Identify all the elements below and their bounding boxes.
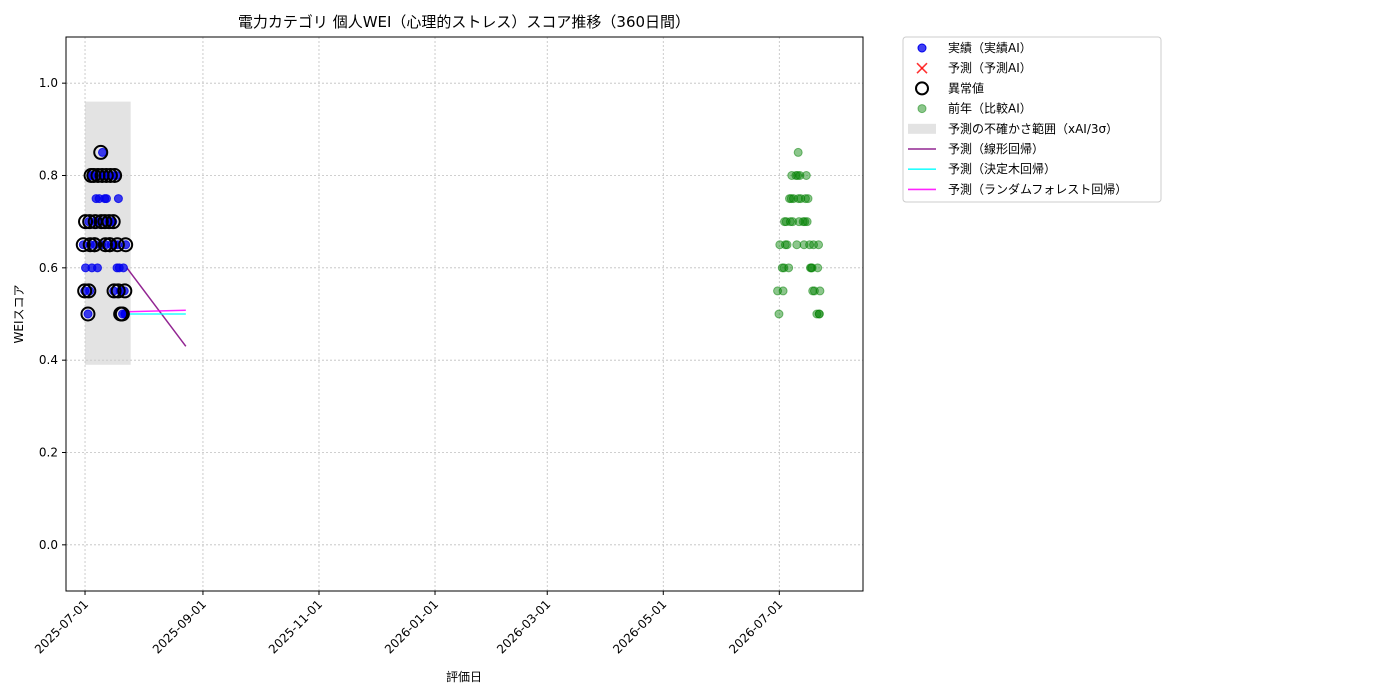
prev-year-point — [784, 263, 794, 273]
legend-label: 予測（ランダムフォレスト回帰） — [948, 181, 1127, 196]
prev-year-point — [803, 194, 813, 204]
prev-year-point — [814, 309, 824, 319]
legend-label: 実績（実績AI） — [948, 40, 1032, 55]
legend-label: 前年（比較AI） — [948, 101, 1032, 116]
y-tick-label: 1.0 — [39, 76, 58, 90]
actual-point — [113, 194, 123, 204]
legend-marker-patch — [908, 123, 936, 134]
legend-label: 異常値 — [948, 80, 984, 95]
x-tick-label: 2026-01-01 — [382, 597, 441, 656]
legend-label: 予測（線形回帰） — [948, 141, 1044, 156]
prev-year-point — [814, 240, 824, 250]
prev-year-point — [813, 263, 823, 273]
actual-point — [118, 263, 128, 273]
actual-point — [83, 309, 93, 319]
actual-point — [101, 194, 111, 204]
x-axis: 2025-07-01 2025-09-01 2025-11-01 2026-01-01… — [32, 591, 785, 656]
prev-year-point — [774, 309, 784, 319]
y-axis-label: WEIスコア — [12, 285, 26, 344]
prev-year-point — [778, 286, 788, 296]
legend-label: 予測（決定木回帰） — [948, 161, 1056, 176]
chart: 電力カテゴリ 個人WEI（心理的ストレス）スコア推移（360日間） 0.0 0.2… — [12, 13, 1162, 684]
y-tick-label: 0.2 — [39, 446, 58, 460]
y-axis: 0.0 0.2 0.4 0.6 0.8 1.0 — [39, 76, 66, 552]
prev-year-point — [802, 217, 812, 227]
y-tick-label: 0.0 — [39, 538, 58, 552]
actual-point — [97, 147, 107, 157]
legend-marker-dot — [917, 104, 927, 114]
x-tick-label: 2025-07-01 — [32, 597, 91, 656]
legend-label: 予測の不確かさ範囲（xAI/3σ） — [948, 121, 1118, 136]
x-tick-label: 2025-09-01 — [150, 597, 209, 656]
x-tick-label: 2025-11-01 — [266, 597, 325, 656]
chart-title: 電力カテゴリ 個人WEI（心理的ストレス）スコア推移（360日間） — [238, 13, 690, 31]
x-tick-label: 2026-07-01 — [726, 597, 785, 656]
prev-year-point — [793, 147, 803, 157]
uncertainty-band — [85, 101, 131, 365]
y-tick-label: 0.4 — [39, 353, 58, 367]
legend-marker-dot — [917, 43, 927, 53]
x-tick-label: 2026-05-01 — [610, 597, 669, 656]
y-tick-label: 0.6 — [39, 261, 58, 275]
uncertainty-band-layer — [85, 101, 131, 365]
legend-label: 予測（予測AI） — [948, 61, 1032, 75]
legend-frame — [902, 36, 1162, 203]
x-tick-label: 2026-03-01 — [494, 597, 553, 656]
prev-year-point — [782, 240, 792, 250]
x-axis-label: 評価日 — [446, 669, 482, 684]
y-tick-label: 0.8 — [39, 169, 58, 183]
prev-year-point — [801, 171, 811, 180]
actual-point — [92, 263, 102, 273]
legend: 実績（実績AI） 予測（予測AI） 異常値前年（比較AI） 予測の不確かさ範囲（xAI… — [902, 36, 1162, 203]
plot-area — [65, 36, 864, 592]
prev-year-point — [815, 286, 825, 296]
